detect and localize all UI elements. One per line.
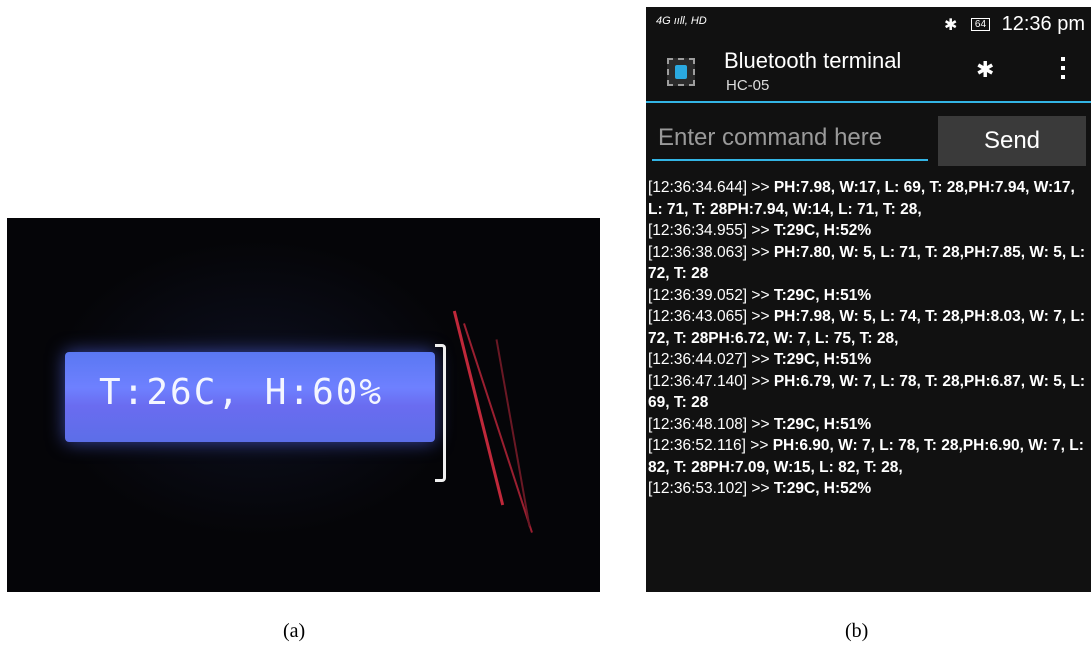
log-line: [12:36:48.108] >> T:29C, H:51% (648, 414, 1089, 436)
bluetooth-action-icon[interactable]: ✱ (976, 57, 994, 83)
app-chip-icon[interactable] (664, 55, 698, 89)
log-line: [12:36:47.140] >> PH:6.79, W: 7, L: 78, … (648, 371, 1089, 414)
log-line: [12:36:43.065] >> PH:7.98, W: 5, L: 74, … (648, 306, 1089, 349)
caption-a: (a) (283, 620, 306, 642)
terminal-log[interactable]: [12:36:34.644] >> PH:7.98, W:17, L: 69, … (646, 177, 1091, 500)
lcd-text: T:26C, H:60% (99, 372, 384, 413)
log-timestamp: [12:36:53.102] (648, 480, 748, 497)
log-message: T:29C, H:51% (773, 415, 872, 433)
phone-screen: 4G ııll, HD ✱ 64 12:36 pm Bluetooth term… (646, 7, 1091, 592)
clock: 12:36 pm (1001, 13, 1085, 35)
overflow-menu-icon[interactable] (1060, 57, 1066, 83)
signal-indicator: 4G ııll, HD (656, 15, 707, 27)
status-right: ✱ 64 12:36 pm (944, 13, 1085, 36)
battery-icon: 64 (970, 18, 991, 31)
lcd-photo: T:26C, H:60% (7, 218, 600, 592)
log-message: T:29C, H:52% (773, 222, 872, 239)
status-bar: 4G ııll, HD ✱ 64 12:36 pm (646, 7, 1091, 41)
log-arrow: >> (747, 243, 774, 261)
log-line: [12:36:39.052] >> T:29C, H:51% (648, 285, 1089, 307)
send-button[interactable]: Send (938, 116, 1086, 166)
app-bar: Bluetooth terminal HC-05 ✱ (646, 41, 1091, 103)
log-line: [12:36:44.027] >> T:29C, H:51% (648, 349, 1089, 371)
lcd-bracket (435, 344, 446, 482)
log-line: [12:36:34.644] >> PH:7.98, W:17, L: 69, … (648, 177, 1089, 220)
log-arrow: >> (747, 308, 774, 325)
log-message: T:29C, H:51% (773, 351, 872, 368)
log-message: T:29C, H:52% (773, 480, 872, 497)
caption-b: (b) (845, 620, 869, 642)
log-message: T:29C, H:51% (773, 286, 872, 304)
device-name: HC-05 (726, 77, 770, 94)
log-line: [12:36:38.063] >> PH:7.80, W: 5, L: 71, … (648, 242, 1089, 285)
log-arrow: >> (747, 286, 774, 304)
bluetooth-icon: ✱ (943, 17, 958, 34)
log-arrow: >> (747, 222, 774, 239)
log-line: [12:36:34.955] >> T:29C, H:52% (648, 220, 1089, 242)
log-arrow: >> (747, 372, 774, 390)
log-timestamp: [12:36:39.052] (648, 286, 748, 304)
log-arrow: >> (747, 351, 774, 368)
log-arrow: >> (747, 480, 774, 497)
bluetooth-badge-icon (675, 65, 687, 79)
log-timestamp: [12:36:52.116] (648, 437, 746, 454)
lcd-display: T:26C, H:60% (65, 352, 435, 442)
log-line: [12:36:52.116] >> PH:6.90, W: 7, L: 78, … (648, 435, 1089, 478)
log-timestamp: [12:36:34.955] (648, 222, 748, 239)
app-title: Bluetooth terminal (724, 48, 902, 73)
log-timestamp: [12:36:44.027] (648, 351, 748, 368)
log-line: [12:36:53.102] >> T:29C, H:52% (648, 478, 1089, 500)
log-timestamp: [12:36:34.644] (648, 179, 748, 196)
log-timestamp: [12:36:43.065] (648, 308, 748, 325)
log-arrow: >> (747, 415, 774, 433)
log-timestamp: [12:36:38.063] (648, 243, 748, 261)
log-timestamp: [12:36:47.140] (648, 372, 748, 390)
log-arrow: >> (747, 179, 774, 196)
log-arrow: >> (745, 437, 773, 454)
command-input[interactable] (652, 117, 928, 161)
log-timestamp: [12:36:48.108] (648, 415, 748, 433)
